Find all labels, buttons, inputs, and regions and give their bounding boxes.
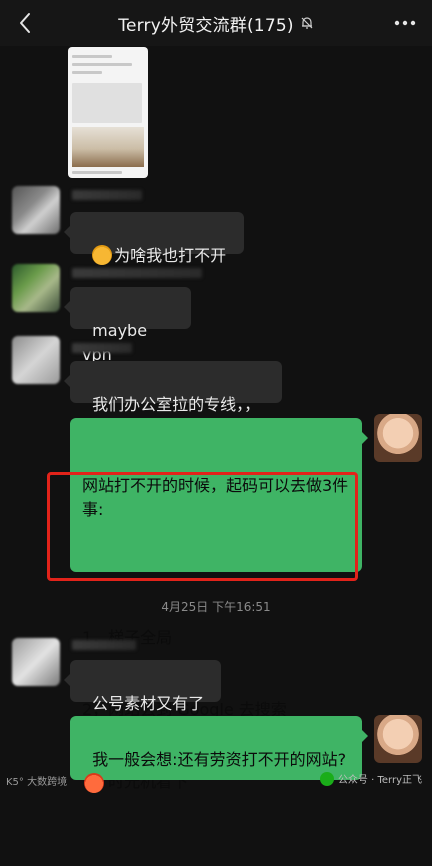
image-text-line [72, 63, 132, 66]
message-text: 我们办公室拉的专线，， [92, 395, 261, 414]
timestamp: 4月25日 下午16:51 [161, 600, 271, 614]
watermark-left: K5° 大数跨境 [6, 777, 68, 788]
self-avatar[interactable] [374, 715, 422, 763]
nickname-blurred [72, 343, 132, 353]
image-product-photo [72, 127, 144, 167]
message-text: 公号素材又有了 [92, 694, 205, 713]
more-dots-icon [394, 20, 416, 26]
image-text-line [72, 71, 102, 74]
avatar[interactable] [12, 638, 60, 686]
message-bubble[interactable]: 我们办公室拉的专线，， [64, 361, 282, 414]
highlight-box [47, 472, 358, 581]
back-button[interactable] [12, 10, 38, 36]
avatar[interactable] [12, 264, 60, 312]
message-bubble[interactable]: 为啥我也打不开 [64, 212, 244, 265]
avatar[interactable] [12, 336, 60, 384]
watermark-right: 公众号 · Terry正飞 [319, 771, 422, 786]
image-text-line [72, 55, 112, 58]
nickname-blurred [72, 268, 202, 278]
image-text-line [72, 171, 122, 174]
message-bubble[interactable]: maybe vpn [64, 287, 191, 364]
chat-header: Terry外贸交流群(175) [0, 0, 432, 46]
mute-bell-icon [301, 17, 313, 29]
wechat-icon [319, 771, 334, 786]
nickname-blurred [72, 640, 136, 650]
watermark-right-text: 公众号 · Terry正飞 [337, 775, 422, 786]
message-text: 为啥我也打不开 [114, 246, 227, 265]
chevron-left-icon [20, 13, 30, 33]
more-button[interactable] [392, 12, 418, 34]
chat-title: Terry外贸交流群(175) [118, 15, 294, 36]
grin-sweat-emoji-icon [92, 245, 113, 265]
chat-title-wrap: Terry外贸交流群(175) [118, 11, 313, 36]
image-product-block [72, 83, 142, 123]
message-bubble[interactable]: 公号素材又有了 [64, 660, 221, 713]
avatar[interactable] [12, 186, 60, 234]
self-avatar[interactable] [374, 414, 422, 462]
image-message[interactable] [68, 47, 148, 178]
watermark-bar: K5° 大数跨境 公众号 · Terry正飞 [0, 764, 432, 792]
nickname-blurred [72, 190, 142, 200]
